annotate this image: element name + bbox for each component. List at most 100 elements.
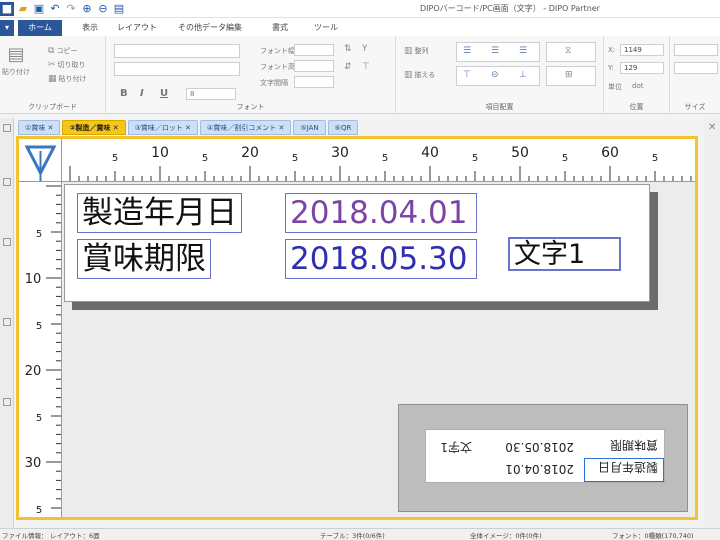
quick-access-toolbar: ■ ▰ ▣ ↶ ↷ ⊕ ⊖ ▤ xyxy=(0,2,126,16)
distribute-button[interactable]: ▥ 揃える xyxy=(404,70,435,80)
tab-view[interactable]: 表示 xyxy=(72,20,108,36)
horizontal-ruler[interactable]: 5 10 5 20 5 30 5 40 5 50 5 60 5 xyxy=(62,139,695,182)
save-icon[interactable]: ▣ xyxy=(32,2,46,16)
font-group-label: フォント xyxy=(236,103,265,111)
panel-toggle-1[interactable] xyxy=(3,124,11,132)
tab-tools[interactable]: ツール xyxy=(308,20,344,36)
font-height-input[interactable] xyxy=(294,60,334,72)
ribbon: ▤ 貼り付け ⧉ コピー ✂ 切り取り ▦ 貼り付け クリップボード フォント幅 xyxy=(0,36,720,114)
preview-label-rotated: 製造年月日 2018.04.01 賞味期限 2018.05.30 文字1 xyxy=(425,429,665,483)
ruler-corner[interactable] xyxy=(19,139,62,182)
redo-icon[interactable]: ↷ xyxy=(64,2,78,16)
vertical-ruler[interactable]: 5 10 5 20 5 30 5 xyxy=(19,182,62,517)
open-folder-icon[interactable]: ▰ xyxy=(16,2,30,16)
status-image: 全体イメージ：0件(0件) xyxy=(470,532,542,540)
unit-value[interactable]: dot xyxy=(632,82,643,90)
h-ruler-minor-label: 5 xyxy=(652,153,658,164)
tab-format[interactable]: 書式 xyxy=(262,20,298,36)
height-input[interactable] xyxy=(674,62,718,74)
cut-button[interactable]: ✂ 切り取り xyxy=(48,60,86,70)
text-field-expiry-value[interactable]: 2018.05.30 xyxy=(285,239,477,279)
tab-other-data[interactable]: その他データ編集 xyxy=(170,20,250,36)
h-ruler-minor-label: 5 xyxy=(202,153,208,164)
preview-text: 文字1 xyxy=(440,440,472,454)
file-tab[interactable]: ▾ xyxy=(0,20,14,36)
doc-tab-1[interactable]: ①賞味 ✕ xyxy=(18,120,61,135)
align-buttons-top[interactable]: ☰ ☰ ☰ xyxy=(456,42,540,62)
align-buttons-bottom[interactable]: ⊤ ⊝ ⊥ xyxy=(456,66,540,86)
panel-toggle-5[interactable] xyxy=(3,398,11,406)
print-preview-panel[interactable]: 製造年月日 2018.04.01 賞味期限 2018.05.30 文字1 xyxy=(398,404,688,512)
rotate-icon[interactable]: Y xyxy=(362,44,368,54)
char-spacing-input[interactable] xyxy=(294,76,334,88)
h-ruler-major-label: 20 xyxy=(241,145,259,161)
doc-tab-3[interactable]: ③賞味／ロット ✕ xyxy=(127,120,199,135)
space-vertical-button[interactable]: ⊞ xyxy=(546,66,596,86)
text-field-expiry-label[interactable]: 賞味期限 xyxy=(77,239,211,279)
char-spacing-label: 文字間隔 xyxy=(260,79,288,87)
h-ruler-major-label: 50 xyxy=(511,145,529,161)
paste-button[interactable]: ▤ 貼り付け xyxy=(2,44,30,77)
text-field-manufacture-date-value[interactable]: 2018.04.01 xyxy=(285,193,477,233)
width-input[interactable] xyxy=(674,44,718,56)
close-icon[interactable]: ✕ xyxy=(185,124,191,132)
align-icon: ▥ xyxy=(404,46,413,56)
font-name-select[interactable] xyxy=(114,44,240,58)
v-ruler-minor-label: 5 xyxy=(36,505,42,516)
paste-icon: ▤ xyxy=(7,44,25,65)
close-panel-icon[interactable]: ✕ xyxy=(708,122,716,133)
panel-toggle-3[interactable] xyxy=(3,238,11,246)
tab-layout[interactable]: レイアウト xyxy=(112,20,162,36)
font-style-select[interactable] xyxy=(114,62,240,76)
y-input[interactable]: 129 xyxy=(620,62,664,74)
design-canvas[interactable]: 5 10 5 20 5 30 5 40 5 50 5 60 5 5 10 5 20 5 30 5 製造年月日 201… xyxy=(16,136,698,520)
x-input[interactable]: 1149 xyxy=(620,44,664,56)
h-ruler-major-label: 40 xyxy=(421,145,439,161)
flip-icon[interactable]: ⇵ xyxy=(344,62,352,72)
text-field-manufacture-date-label[interactable]: 製造年月日 xyxy=(77,193,242,233)
font-size-input[interactable]: 8 xyxy=(186,88,236,100)
print-preview-icon[interactable]: ▤ xyxy=(112,2,126,16)
copy-button[interactable]: ⧉ コピー xyxy=(48,46,77,56)
mirror-icon[interactable]: ⊤ xyxy=(362,62,370,72)
clipboard-icon: ▦ xyxy=(48,74,57,84)
panel-toggle-4[interactable] xyxy=(3,318,11,326)
font-width-input[interactable] xyxy=(294,44,334,56)
zoom-in-icon[interactable]: ⊕ xyxy=(80,2,94,16)
doc-tab-6[interactable]: ⑥QR xyxy=(327,120,359,135)
preview-manufacture-label: 製造年月日 xyxy=(597,460,658,474)
size-group: サイズ xyxy=(670,36,720,114)
italic-button[interactable]: I xyxy=(140,88,144,99)
v-ruler-major-label: 20 xyxy=(25,364,42,379)
valign-middle-icon: ⊝ xyxy=(491,70,499,80)
bold-button[interactable]: B xyxy=(120,88,128,99)
doc-tab-5[interactable]: ⑤JAN xyxy=(293,120,326,135)
panel-toggle-2[interactable] xyxy=(3,178,11,186)
zoom-out-icon[interactable]: ⊖ xyxy=(96,2,110,16)
preview-manufacture-value: 2018.04.01 xyxy=(505,462,574,476)
label-sheet[interactable]: 製造年月日 2018.04.01 賞味期限 2018.05.30 文字1 xyxy=(64,184,650,302)
status-bar: ファイル情報： レイアウト：6面 テーブル：3件(0/6件) 全体イメージ：0件… xyxy=(0,528,720,540)
space-horizontal-button[interactable]: ⧖ xyxy=(546,42,596,62)
app-icon[interactable]: ■ xyxy=(0,2,14,16)
x-label: X: xyxy=(608,46,616,54)
text-field-moji1[interactable]: 文字1 xyxy=(508,237,621,271)
doc-tab-2[interactable]: ②製造／賞味 ✕ xyxy=(62,120,126,135)
close-icon[interactable]: ✕ xyxy=(279,124,285,132)
close-icon[interactable]: ✕ xyxy=(48,124,54,132)
align-top-icon[interactable]: ⇅ xyxy=(344,44,352,54)
doc-tab-4[interactable]: ④賞味／割引コメント ✕ xyxy=(200,120,292,135)
undo-icon[interactable]: ↶ xyxy=(48,2,62,16)
distribute-icon: ▥ xyxy=(404,70,413,80)
valign-bottom-icon: ⊥ xyxy=(519,70,527,80)
status-file-info: ファイル情報： xyxy=(2,532,48,540)
h-ruler-minor-label: 5 xyxy=(292,153,298,164)
title-bar: ■ ▰ ▣ ↶ ↷ ⊕ ⊖ ▤ DIPOバーコード/PC画面（文字） - DIP… xyxy=(0,0,720,18)
paste-special-button[interactable]: ▦ 貼り付け xyxy=(48,74,87,84)
close-icon[interactable]: ✕ xyxy=(113,124,119,132)
align-button[interactable]: ▥ 整列 xyxy=(404,46,429,56)
tab-home[interactable]: ホーム xyxy=(18,20,62,36)
underline-button[interactable]: U xyxy=(160,88,168,99)
position-group-label: 位置 xyxy=(629,103,644,111)
vertical-scrollbar[interactable]: ✕ xyxy=(704,118,720,528)
